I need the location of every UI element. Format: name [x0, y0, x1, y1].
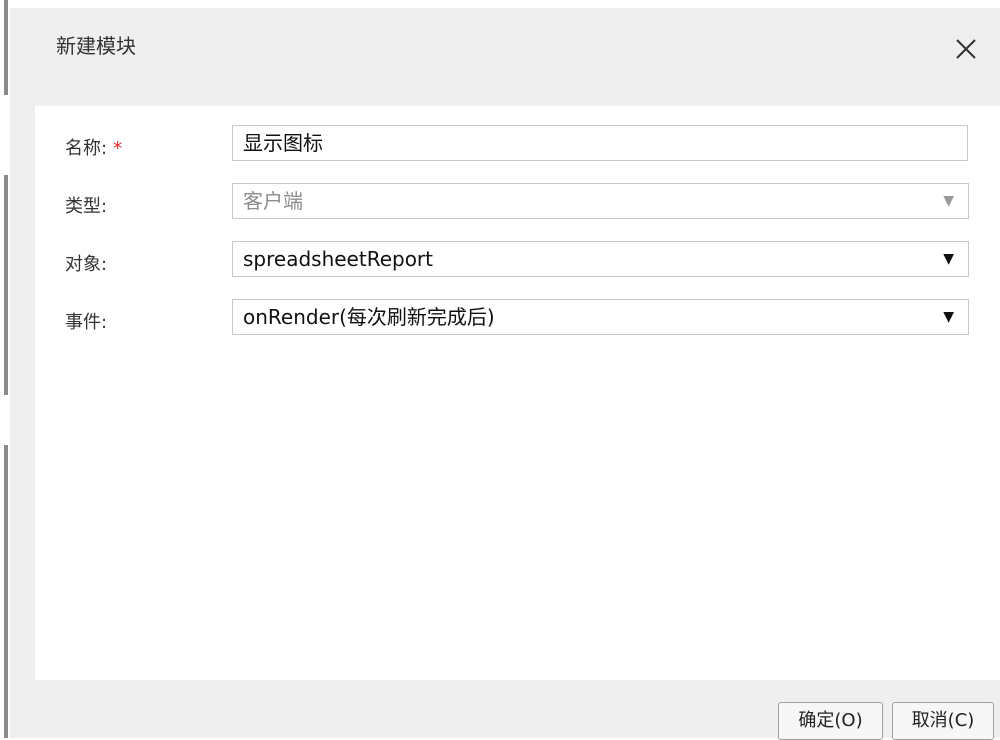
required-mark: * [113, 138, 123, 159]
type-select-value: 客户端 [243, 189, 303, 213]
name-label: 名称: * [65, 134, 122, 160]
event-select-value: onRender(每次刷新完成后) [243, 305, 495, 329]
ok-button[interactable]: 确定(O) [778, 702, 883, 740]
background-window-edge [0, 0, 8, 738]
form-panel: 名称: * 显示图标 类型: 客户端 ▼ 对象: spreadsheetRepor… [35, 106, 1000, 680]
cancel-button[interactable]: 取消(C) [892, 702, 994, 740]
name-input[interactable]: 显示图标 [232, 125, 968, 161]
close-icon [956, 39, 976, 59]
event-select[interactable]: onRender(每次刷新完成后) ▼ [232, 299, 969, 335]
type-label: 类型: [65, 196, 108, 217]
name-label-text: 名称: [65, 138, 108, 159]
dropdown-arrow-icon: ▼ [943, 251, 954, 267]
name-input-value: 显示图标 [243, 131, 323, 155]
object-select-value: spreadsheetReport [243, 247, 433, 271]
new-module-dialog: 新建模块 名称: * 显示图标 类型: 客户端 ▼ 对象: spreadsheet… [10, 8, 1000, 740]
dropdown-arrow-icon: ▼ [943, 309, 954, 325]
close-button[interactable] [948, 31, 984, 67]
edge-bar-bottom [4, 445, 8, 738]
object-select[interactable]: spreadsheetReport ▼ [232, 241, 969, 277]
dropdown-arrow-icon: ▼ [943, 193, 954, 209]
event-label: 事件: [65, 312, 108, 333]
object-label: 对象: [65, 254, 108, 275]
edge-bar-top [4, 0, 8, 95]
type-select[interactable]: 客户端 ▼ [232, 183, 969, 219]
edge-bar-middle [4, 175, 8, 395]
dialog-title: 新建模块 [56, 34, 136, 58]
